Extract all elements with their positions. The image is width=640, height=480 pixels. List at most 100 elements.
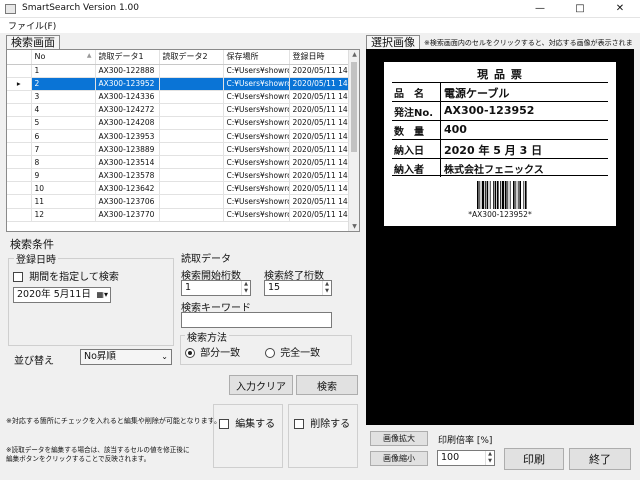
scroll-up-icon[interactable]: ▲ bbox=[350, 51, 359, 58]
scroll-thumb[interactable] bbox=[351, 62, 357, 152]
sort-select[interactable]: No昇順 ⌄ bbox=[80, 349, 172, 365]
scroll-down-icon[interactable]: ▼ bbox=[350, 223, 359, 230]
table-cell[interactable]: C:¥Users¥showro... bbox=[223, 168, 290, 183]
table-cell[interactable]: 2020/05/11 14:10 bbox=[289, 181, 351, 196]
zoom-out-button[interactable]: 画像縮小 bbox=[370, 451, 428, 466]
table-cell[interactable]: C:¥Users¥showro... bbox=[223, 77, 290, 91]
table-cell[interactable] bbox=[159, 103, 224, 117]
start-digit-input[interactable]: 1 ▲ ▼ bbox=[181, 280, 251, 296]
table-cell[interactable] bbox=[159, 90, 224, 104]
edit-checkbox[interactable]: 編集する bbox=[219, 415, 275, 430]
table-row[interactable]: 3AX300-124336 C:¥Users¥showro...2020/05/1… bbox=[7, 90, 351, 104]
row-header[interactable] bbox=[7, 181, 32, 196]
table-cell[interactable]: C:¥Users¥showro... bbox=[223, 194, 290, 209]
search-button[interactable]: 検索 bbox=[296, 375, 358, 395]
maximize-button[interactable]: □ bbox=[560, 0, 600, 18]
table-cell[interactable] bbox=[159, 142, 224, 157]
column-header[interactable]: 登録日時 bbox=[289, 50, 351, 65]
row-header[interactable] bbox=[7, 90, 32, 104]
table-cell[interactable] bbox=[159, 129, 224, 144]
table-row[interactable]: 11AX300-123706 C:¥Users¥showro...2020/05/… bbox=[7, 194, 351, 209]
table-row[interactable]: 4AX300-124272 C:¥Users¥showro...2020/05/1… bbox=[7, 103, 351, 117]
table-cell[interactable]: AX300-123578 bbox=[95, 168, 160, 183]
table-cell[interactable]: C:¥Users¥showro... bbox=[223, 103, 290, 117]
table-cell[interactable]: 1 bbox=[31, 64, 96, 78]
table-cell[interactable]: 2020/05/11 14:10 bbox=[289, 155, 351, 170]
row-header[interactable] bbox=[7, 168, 32, 183]
exact-match-radio[interactable]: 完全一致 bbox=[265, 344, 320, 359]
table-cell[interactable] bbox=[159, 64, 224, 78]
row-header[interactable] bbox=[7, 194, 32, 209]
table-cell[interactable]: 2020/05/11 14:10 bbox=[289, 77, 351, 91]
radio-selected-icon[interactable] bbox=[185, 348, 195, 358]
minimize-button[interactable]: — bbox=[520, 0, 560, 18]
zoom-in-button[interactable]: 画像拡大 bbox=[370, 431, 428, 446]
table-cell[interactable]: 10 bbox=[31, 181, 96, 196]
table-cell[interactable]: 2020/05/11 14:10 bbox=[289, 129, 351, 144]
table-cell[interactable]: C:¥Users¥showro... bbox=[223, 142, 290, 157]
column-header[interactable]: 読取データ2 bbox=[159, 50, 224, 65]
row-header[interactable] bbox=[7, 103, 32, 117]
checkbox-icon[interactable] bbox=[13, 272, 23, 282]
current-row-icon[interactable]: ▸ bbox=[7, 77, 32, 91]
row-header[interactable] bbox=[7, 64, 32, 78]
spinner-icon[interactable]: ▲ ▼ bbox=[485, 451, 494, 465]
table-cell[interactable]: 3 bbox=[31, 90, 96, 104]
table-cell[interactable]: 2020/05/11 14:10 bbox=[289, 208, 351, 222]
spinner-icon[interactable]: ▲ ▼ bbox=[241, 281, 250, 295]
close-button[interactable]: ✕ bbox=[600, 0, 640, 18]
menu-file[interactable]: ファイル(F) bbox=[8, 19, 56, 32]
date-filter-checkbox[interactable]: 期間を指定して検索 bbox=[13, 268, 119, 283]
table-cell[interactable]: C:¥Users¥showro... bbox=[223, 90, 290, 104]
spinner-icon[interactable]: ▲ ▼ bbox=[322, 281, 331, 295]
grid-scrollbar[interactable]: ▲ ▼ bbox=[348, 50, 359, 231]
partial-match-radio[interactable]: 部分一致 bbox=[185, 344, 240, 359]
table-cell[interactable] bbox=[159, 181, 224, 196]
table-cell[interactable]: C:¥Users¥showro... bbox=[223, 116, 290, 130]
column-header[interactable]: No ▲ bbox=[31, 50, 96, 65]
table-cell[interactable]: C:¥Users¥showro... bbox=[223, 64, 290, 78]
table-cell[interactable] bbox=[159, 208, 224, 222]
table-cell[interactable]: 2020/05/11 14:10 bbox=[289, 194, 351, 209]
checkbox-icon[interactable] bbox=[294, 419, 304, 429]
input-clear-button[interactable]: 入力クリア bbox=[229, 375, 293, 395]
keyword-input[interactable] bbox=[181, 312, 332, 328]
row-header[interactable] bbox=[7, 116, 32, 130]
table-cell[interactable]: 12 bbox=[31, 208, 96, 222]
table-cell[interactable]: AX300-123770 bbox=[95, 208, 160, 222]
table-cell[interactable]: 7 bbox=[31, 142, 96, 157]
table-cell[interactable]: 4 bbox=[31, 103, 96, 117]
table-cell[interactable]: AX300-123889 bbox=[95, 142, 160, 157]
row-header[interactable] bbox=[7, 155, 32, 170]
results-grid[interactable]: No ▲ 読取データ1 読取データ2 保存場所 登録日時 1 AX300-12288… bbox=[6, 49, 360, 232]
table-cell[interactable]: 5 bbox=[31, 116, 96, 130]
table-cell[interactable]: AX300-124336 bbox=[95, 90, 160, 104]
table-cell[interactable]: C:¥Users¥showro... bbox=[223, 181, 290, 196]
table-cell[interactable]: AX300-123706 bbox=[95, 194, 160, 209]
table-cell[interactable]: 8 bbox=[31, 155, 96, 170]
table-row[interactable]: 5AX300-124208 C:¥Users¥showro...2020/05/1… bbox=[7, 116, 351, 130]
table-row[interactable]: 7AX300-123889 C:¥Users¥showro...2020/05/1… bbox=[7, 142, 351, 157]
table-cell[interactable]: AX300-123953 bbox=[95, 129, 160, 144]
table-cell[interactable] bbox=[159, 116, 224, 130]
table-cell[interactable]: AX300-123952 bbox=[95, 77, 160, 91]
table-cell[interactable]: 2020/05/11 14:10 bbox=[289, 64, 351, 78]
table-row[interactable]: 8AX300-123514 C:¥Users¥showro...2020/05/1… bbox=[7, 155, 351, 170]
table-cell[interactable]: C:¥Users¥showro... bbox=[223, 155, 290, 170]
print-button[interactable]: 印刷 bbox=[504, 448, 564, 470]
print-scale-input[interactable]: 100 ▲ ▼ bbox=[437, 450, 495, 466]
table-cell[interactable]: AX300-123514 bbox=[95, 155, 160, 170]
table-cell[interactable] bbox=[159, 77, 224, 91]
table-row[interactable]: ▸2AX300-123952 C:¥Users¥showro...2020/05/… bbox=[7, 77, 351, 91]
table-cell[interactable]: AX300-124208 bbox=[95, 116, 160, 130]
row-header[interactable] bbox=[7, 129, 32, 144]
table-cell[interactable]: 11 bbox=[31, 194, 96, 209]
table-cell[interactable]: 9 bbox=[31, 168, 96, 183]
column-header[interactable]: 保存場所 bbox=[223, 50, 290, 65]
date-picker[interactable]: 2020年 5月11日 ▦▾ bbox=[13, 287, 111, 303]
table-cell[interactable]: 2020/05/11 14:10 bbox=[289, 103, 351, 117]
table-row[interactable]: 9AX300-123578 C:¥Users¥showro...2020/05/1… bbox=[7, 168, 351, 183]
calendar-dropdown-icon[interactable]: ▦▾ bbox=[96, 288, 108, 302]
table-row[interactable]: 6AX300-123953 C:¥Users¥showro...2020/05/1… bbox=[7, 129, 351, 144]
table-cell[interactable] bbox=[159, 155, 224, 170]
